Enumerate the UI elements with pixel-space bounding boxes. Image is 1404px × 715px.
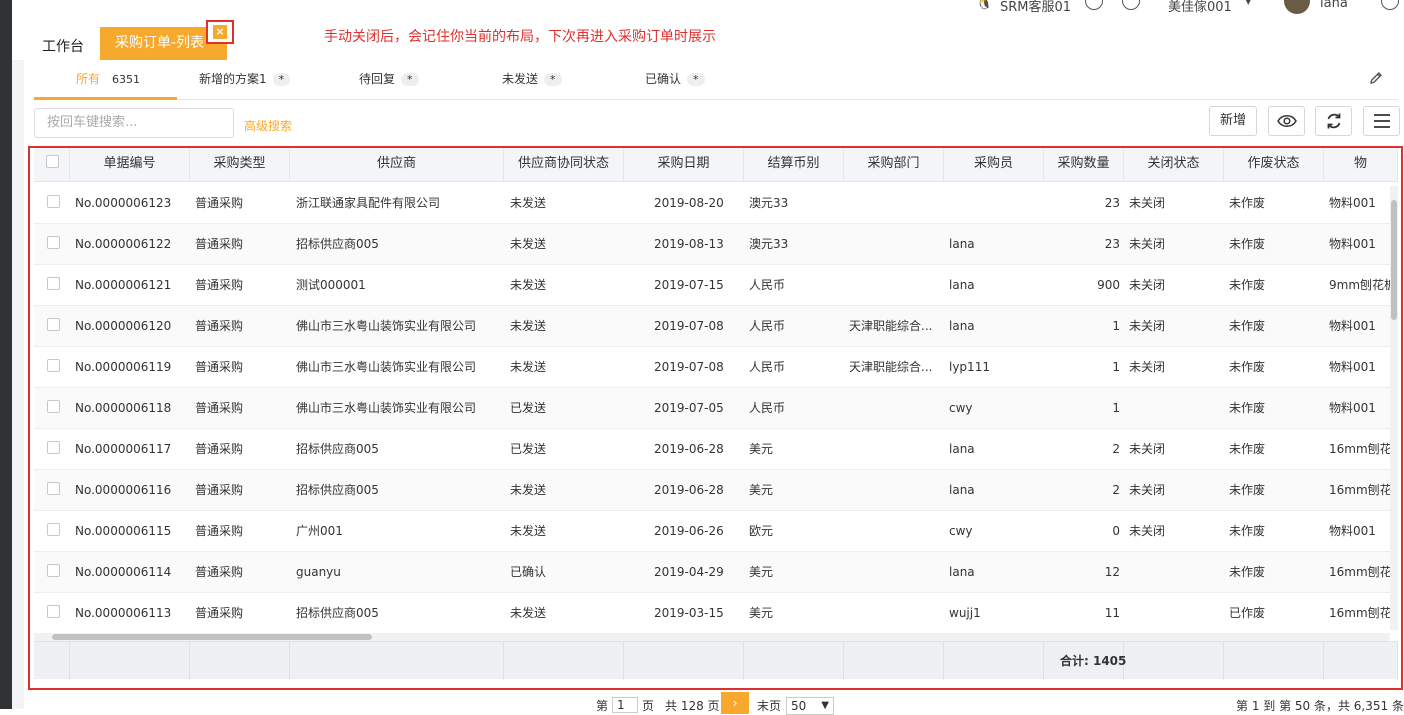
tab-workbench[interactable]: 工作台 <box>42 36 84 56</box>
search-icon[interactable] <box>1085 0 1103 10</box>
avatar[interactable] <box>1284 0 1310 14</box>
page-size-value: 50 <box>791 699 807 713</box>
filter-tab-confirmed[interactable]: 已确认 * <box>645 70 705 87</box>
close-icon: × <box>213 25 227 39</box>
active-tab-indicator <box>34 97 177 100</box>
eye-icon <box>1276 115 1297 127</box>
layout-notice: 手动关闭后，会记住你当前的布局，下次再进入采购订单时展示 <box>324 29 716 45</box>
service-user-label[interactable]: SRM客服01 <box>1000 0 1071 15</box>
next-page-button[interactable]: › <box>721 692 749 714</box>
highlight-frame <box>28 146 1403 690</box>
filter-tab-count: * <box>687 73 705 86</box>
page-suffix: 页 <box>642 699 655 713</box>
advanced-search-link[interactable]: 高级搜索 <box>244 117 292 134</box>
pencil-icon[interactable] <box>1368 70 1384 86</box>
search-input[interactable]: 按回车键搜索... <box>34 108 234 138</box>
filter-tabs: 所有 6351 新增的方案1 * 待回复 * 未发送 * 已确认 * <box>34 60 1404 100</box>
view-button[interactable] <box>1268 106 1305 136</box>
filter-tab-count: * <box>401 73 419 86</box>
left-gutter <box>12 60 24 709</box>
filter-tab-count: * <box>272 73 291 86</box>
filter-tab-all[interactable]: 所有 6351 <box>76 70 146 87</box>
page-prefix: 第 <box>596 699 609 713</box>
refresh-button[interactable] <box>1315 106 1352 136</box>
menu-button[interactable] <box>1363 106 1400 136</box>
page-number-input[interactable]: 1 <box>612 697 638 713</box>
user-name[interactable]: lana <box>1320 0 1348 11</box>
filter-tab-count: * <box>544 73 562 86</box>
filter-tab-count: 6351 <box>112 73 141 86</box>
chevron-down-icon: ▼ <box>821 700 829 711</box>
filter-tab-plan1[interactable]: 新增的方案1 * <box>199 70 291 87</box>
chevron-down-icon[interactable]: ▾ <box>1245 0 1252 9</box>
record-range: 第 1 到 第 50 条，共 6,351 条 <box>1236 699 1404 713</box>
filter-tab-label: 待回复 <box>359 72 396 86</box>
last-page-button[interactable]: 末页 <box>757 697 781 714</box>
tab-close-button[interactable]: × <box>206 20 234 44</box>
top-header: 🐧 SRM客服01 美佳傢001 ▾ lana <box>24 0 1404 15</box>
left-dark-strip <box>0 0 12 709</box>
add-button[interactable]: 新增 <box>1209 106 1257 136</box>
page-size-select[interactable]: 50 ▼ <box>786 697 834 715</box>
org-selector[interactable]: 美佳傢001 <box>1168 0 1232 15</box>
filter-tab-pending-reply[interactable]: 待回复 * <box>359 70 419 87</box>
filter-tab-label: 已确认 <box>645 72 682 86</box>
filter-tab-label: 新增的方案1 <box>199 72 267 86</box>
help-icon[interactable] <box>1381 0 1399 10</box>
penguin-icon[interactable]: 🐧 <box>976 0 994 11</box>
menu-icon <box>1373 114 1390 128</box>
total-pages: 共 128 页 <box>665 699 720 713</box>
filter-tab-label: 所有 <box>76 72 101 86</box>
filter-tabs-divider <box>34 99 1398 100</box>
filter-tab-label: 未发送 <box>502 72 539 86</box>
globe-icon[interactable] <box>1122 0 1140 10</box>
filter-tab-unsent[interactable]: 未发送 * <box>502 70 562 87</box>
refresh-icon <box>1327 113 1340 129</box>
